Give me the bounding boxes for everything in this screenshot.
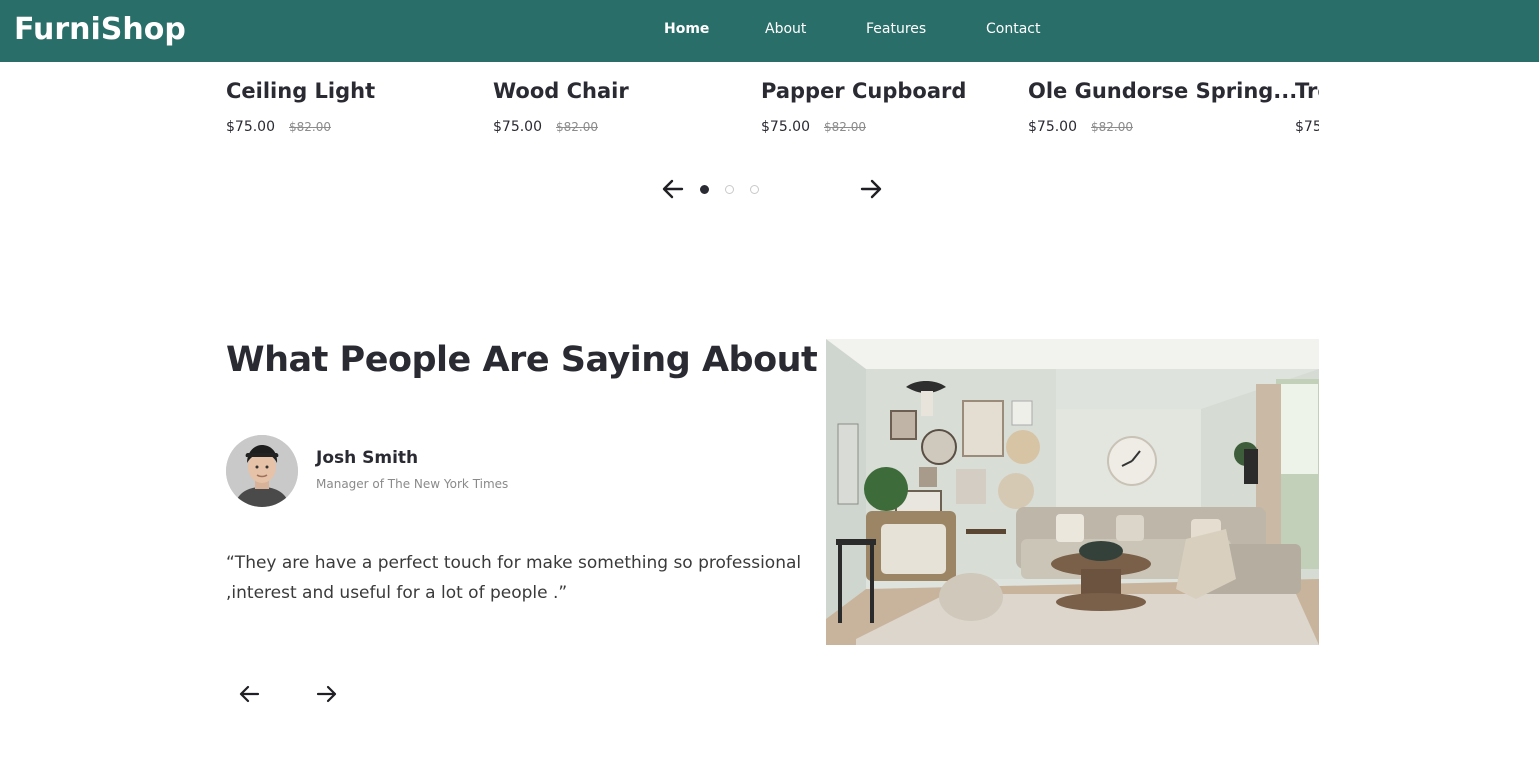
product-name: Papper Cupboard <box>761 79 967 103</box>
product-price: $75.00 <box>226 119 275 135</box>
nav-contact[interactable]: Contact <box>986 21 1040 37</box>
product-price: $75 <box>1295 119 1319 135</box>
product-name: Ceiling Light <box>226 79 376 103</box>
product-old-price: $82.00 <box>289 120 331 134</box>
arrow-right-icon[interactable] <box>314 681 340 707</box>
testimonial-controls <box>236 681 346 709</box>
nav-features[interactable]: Features <box>866 21 926 37</box>
avatar <box>226 435 298 507</box>
carousel-dot-3[interactable] <box>750 185 759 194</box>
carousel-dot-1[interactable] <box>700 185 709 194</box>
navbar: FurniShop Home About Features Contact <box>0 0 1539 62</box>
author-name: Josh Smith <box>316 448 419 468</box>
product-name: Ole Gundorse Spring... <box>1028 79 1298 103</box>
arrow-right-icon[interactable] <box>858 176 884 202</box>
product-name: Tre <box>1295 79 1319 103</box>
logo[interactable]: FurniShop <box>14 12 186 47</box>
arrow-left-icon[interactable] <box>660 176 686 202</box>
carousel-dot-2[interactable] <box>725 185 734 194</box>
living-room-image <box>826 339 1319 645</box>
product-price: $75.00 <box>761 119 810 135</box>
product-price: $75.00 <box>1028 119 1077 135</box>
author-role: Manager of The New York Times <box>316 477 509 491</box>
product-carousel-controls <box>660 176 890 204</box>
product-price: $75.00 <box>493 119 542 135</box>
product-old-price: $82.00 <box>556 120 598 134</box>
testimonial-quote: “They are have a perfect touch for make … <box>226 553 802 603</box>
testimonial-title: What People Are Saying About Us <box>226 340 878 380</box>
product-old-price: $82.00 <box>824 120 866 134</box>
product-carousel: Ceiling Light $75.00 $82.00 Wood Chair $… <box>226 62 1319 162</box>
nav-home[interactable]: Home <box>664 21 709 37</box>
nav-about[interactable]: About <box>765 21 806 37</box>
arrow-left-icon[interactable] <box>236 681 262 707</box>
product-name: Wood Chair <box>493 79 629 103</box>
product-old-price: $82.00 <box>1091 120 1133 134</box>
